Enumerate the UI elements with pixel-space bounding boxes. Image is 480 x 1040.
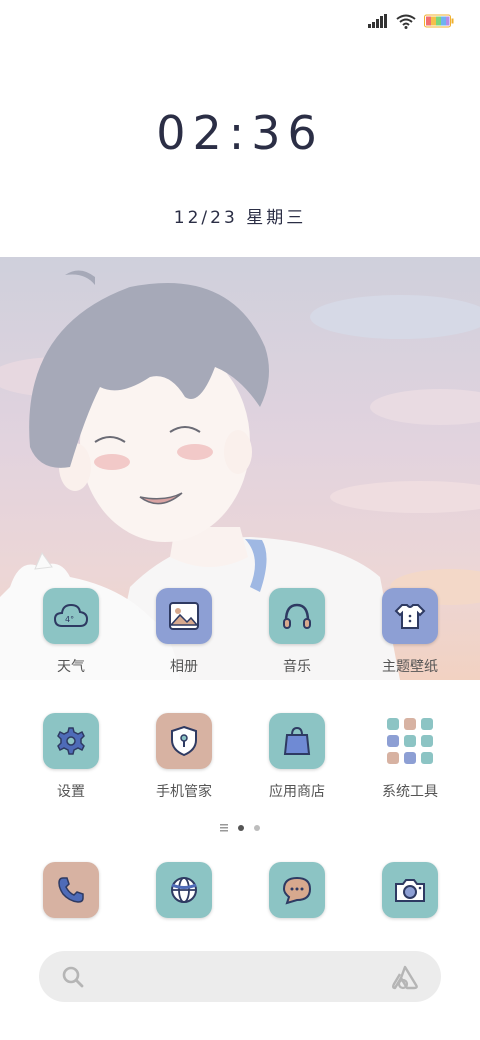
app-label: 系统工具 bbox=[382, 784, 438, 800]
folder-tile[interactable] bbox=[382, 713, 438, 769]
battery-icon bbox=[424, 14, 454, 28]
app-folder-system-tools[interactable]: 系统工具 bbox=[360, 713, 460, 801]
browser-icon bbox=[171, 877, 197, 903]
wifi-icon bbox=[396, 14, 416, 29]
app-settings[interactable]: 设置 bbox=[21, 713, 121, 801]
menu-lines-icon bbox=[220, 824, 228, 832]
camera-icon bbox=[395, 879, 425, 902]
dock-messages[interactable] bbox=[247, 862, 347, 918]
phone-icon bbox=[58, 877, 84, 903]
dock-phone[interactable] bbox=[21, 862, 121, 918]
page-indicator[interactable] bbox=[0, 824, 480, 832]
app-phone-manager[interactable]: 手机管家 bbox=[134, 713, 234, 801]
search-icon[interactable] bbox=[61, 965, 85, 989]
app-store[interactable]: 应用商店 bbox=[247, 713, 347, 801]
dock-browser[interactable] bbox=[134, 862, 234, 918]
app-label: 音乐 bbox=[283, 659, 311, 675]
camera-tile[interactable] bbox=[382, 862, 438, 918]
music-tile[interactable] bbox=[269, 588, 325, 644]
app-store-tile[interactable] bbox=[269, 713, 325, 769]
folder-grid-icon bbox=[387, 718, 433, 764]
browser-tile[interactable] bbox=[156, 862, 212, 918]
themes-tile[interactable] bbox=[382, 588, 438, 644]
gear-icon bbox=[57, 727, 85, 755]
settings-tile[interactable] bbox=[43, 713, 99, 769]
app-label: 天气 bbox=[57, 659, 85, 675]
page-dot-active[interactable] bbox=[238, 825, 244, 831]
messages-tile[interactable] bbox=[269, 862, 325, 918]
theme-shirt-icon bbox=[394, 604, 426, 629]
gallery-icon bbox=[169, 602, 199, 630]
app-label: 设置 bbox=[57, 784, 85, 800]
search-bar[interactable] bbox=[39, 951, 441, 1002]
messages-icon bbox=[282, 876, 312, 905]
assistant-icon[interactable] bbox=[391, 964, 419, 990]
page-dot[interactable] bbox=[254, 825, 260, 831]
clock-date: 12/23 星期三 bbox=[173, 208, 307, 228]
weather-icon: 4° bbox=[53, 603, 89, 627]
app-gallery[interactable]: 相册 bbox=[134, 588, 234, 676]
app-weather[interactable]: 4° 天气 bbox=[21, 588, 121, 676]
app-label: 主题壁纸 bbox=[382, 659, 438, 675]
shield-icon bbox=[171, 725, 197, 757]
signal-bars-icon bbox=[368, 14, 387, 28]
phone-manager-tile[interactable] bbox=[156, 713, 212, 769]
status-bar bbox=[368, 10, 454, 32]
svg-text:4°: 4° bbox=[65, 615, 74, 624]
app-music[interactable]: 音乐 bbox=[247, 588, 347, 676]
dock-camera[interactable] bbox=[360, 862, 460, 918]
phone-tile[interactable] bbox=[43, 862, 99, 918]
app-label: 相册 bbox=[170, 659, 198, 675]
gallery-tile[interactable] bbox=[156, 588, 212, 644]
clock-time: 02:36 bbox=[156, 106, 324, 160]
weather-tile[interactable]: 4° bbox=[43, 588, 99, 644]
app-label: 应用商店 bbox=[269, 784, 325, 800]
app-themes[interactable]: 主题壁纸 bbox=[360, 588, 460, 676]
shopping-bag-icon bbox=[283, 726, 311, 755]
app-label: 手机管家 bbox=[156, 784, 212, 800]
headphones-icon bbox=[283, 603, 311, 629]
